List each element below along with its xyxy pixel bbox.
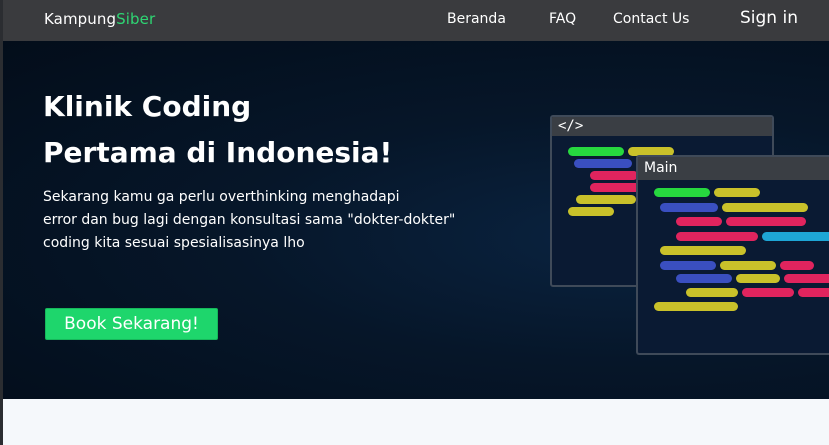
brand-logo[interactable]: KampungSiber bbox=[44, 10, 155, 28]
code-line-bar bbox=[660, 261, 716, 270]
code-window-main-illustration: Main bbox=[636, 155, 829, 355]
code-line-bar bbox=[742, 288, 794, 297]
hero-desc-line1: Sekarang kamu ga perlu overthinking meng… bbox=[43, 189, 400, 205]
hero-desc-line2: error dan bug lagi dengan konsultasi sam… bbox=[43, 212, 456, 228]
nav-link-contact[interactable]: Contact Us bbox=[613, 11, 689, 27]
code-line-bar bbox=[568, 207, 614, 216]
code-line-bar bbox=[660, 246, 746, 255]
code-line-bar bbox=[568, 147, 624, 156]
code-window-main-title: Main bbox=[638, 157, 829, 180]
code-line-bar bbox=[590, 183, 640, 192]
code-line-bar bbox=[722, 203, 808, 212]
code-line-bar bbox=[574, 159, 632, 168]
brand-name-part1: Kampung bbox=[44, 10, 117, 28]
code-line-bar bbox=[762, 232, 829, 241]
navbar: KampungSiber Beranda FAQ Contact Us Sign… bbox=[3, 0, 829, 41]
hero-desc-line3: coding kita sesuai spesialisasinya lho bbox=[43, 235, 305, 251]
code-line-bar bbox=[714, 188, 760, 197]
hero-title-line1: Klinik Coding bbox=[43, 90, 252, 123]
nav-link-beranda[interactable]: Beranda bbox=[447, 11, 506, 27]
code-line-bar bbox=[654, 302, 738, 311]
code-line-bar bbox=[726, 217, 806, 226]
nav-link-faq[interactable]: FAQ bbox=[549, 11, 576, 27]
sign-in-link[interactable]: Sign in bbox=[740, 8, 798, 28]
book-now-button[interactable]: Book Sekarang! bbox=[45, 308, 218, 340]
code-line-bar bbox=[780, 261, 814, 270]
code-line-bar bbox=[576, 195, 636, 204]
code-line-bar bbox=[676, 217, 722, 226]
code-line-bar bbox=[736, 274, 780, 283]
hero-description: Sekarang kamu ga perlu overthinking meng… bbox=[43, 186, 523, 255]
code-line-bar bbox=[686, 288, 738, 297]
code-line-bar bbox=[784, 274, 829, 283]
hero-section: Klinik Coding Pertama di Indonesia! Seka… bbox=[3, 41, 829, 399]
lower-section bbox=[3, 399, 829, 445]
code-line-bar bbox=[798, 288, 829, 297]
code-line-bar bbox=[720, 261, 776, 270]
code-line-bar bbox=[660, 203, 718, 212]
code-window-back-title: </> bbox=[552, 117, 772, 136]
code-line-bar bbox=[654, 188, 710, 197]
code-line-bar bbox=[590, 171, 638, 180]
hero-title: Klinik Coding Pertama di Indonesia! bbox=[43, 84, 392, 176]
code-line-bar bbox=[676, 232, 758, 241]
code-line-bar bbox=[676, 274, 732, 283]
brand-name-part2: Siber bbox=[116, 10, 156, 28]
hero-title-line2: Pertama di Indonesia! bbox=[43, 136, 393, 169]
